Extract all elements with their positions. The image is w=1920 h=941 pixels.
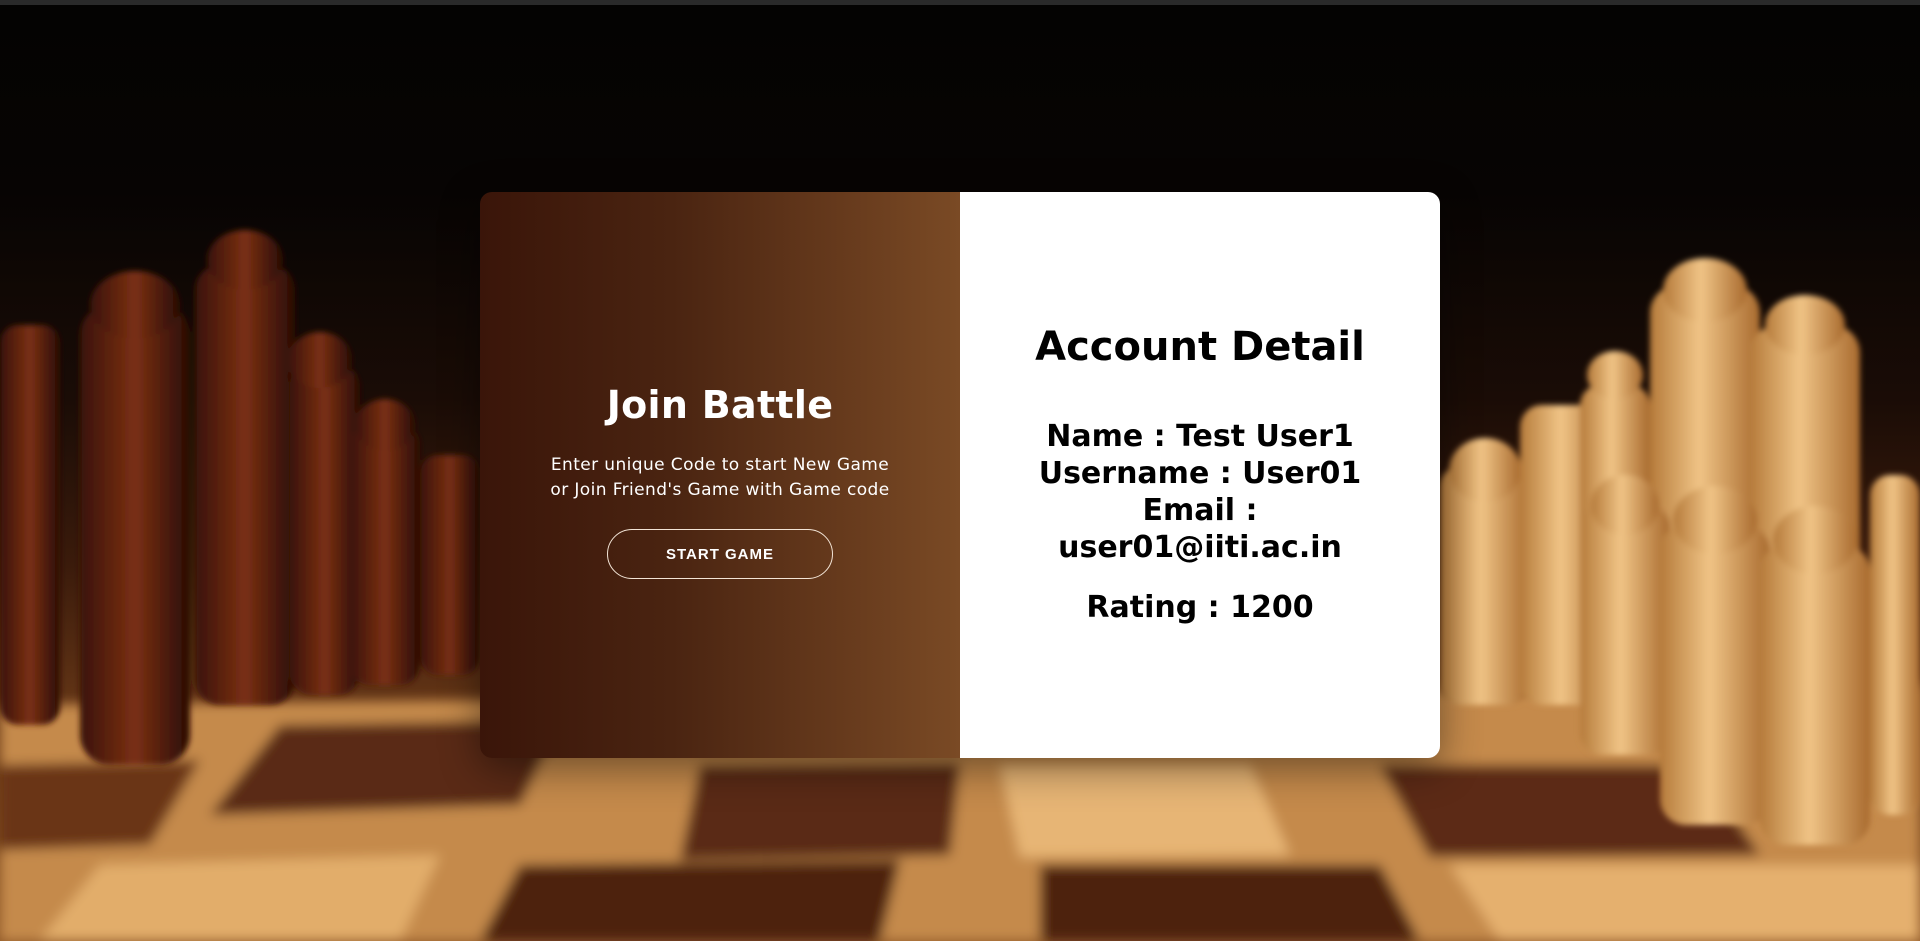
start-game-button[interactable]: START GAME [607, 529, 833, 579]
join-battle-panel: Join Battle Enter unique Code to start N… [480, 192, 960, 758]
join-battle-title: Join Battle [606, 383, 834, 427]
account-username: Username : User01 [1038, 456, 1362, 491]
account-email-value: user01@iiti.ac.in [1058, 530, 1342, 565]
account-detail-panel: Account Detail Name : Test User1 Usernam… [960, 192, 1440, 758]
game-card: Join Battle Enter unique Code to start N… [480, 192, 1440, 758]
account-name: Name : Test User1 [1046, 419, 1354, 454]
join-battle-description: Enter unique Code to start New Game or J… [530, 453, 910, 503]
account-rating: Rating : 1200 [1086, 590, 1314, 625]
account-email-label: Email : [1142, 493, 1258, 528]
description-line-1: Enter unique Code to start New Game [550, 455, 890, 475]
description-line-2: or Join Friend's Game with Game code [550, 480, 890, 500]
account-detail-title: Account Detail [1035, 324, 1365, 370]
